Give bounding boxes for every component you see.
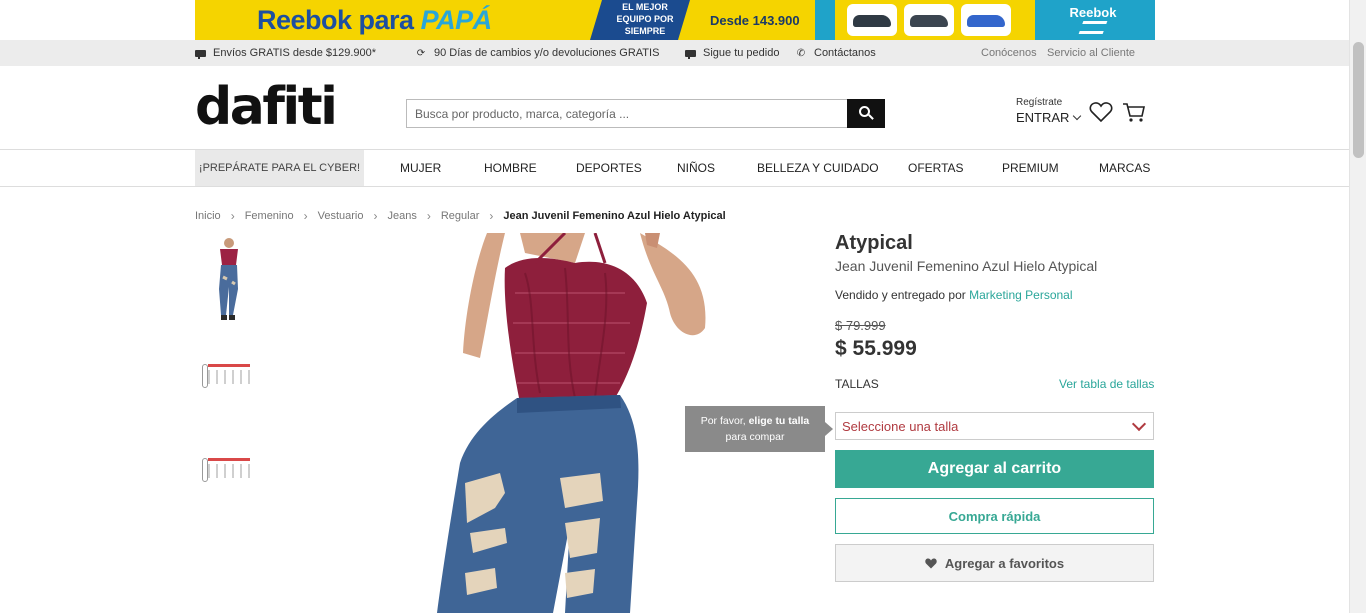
banner-title: Reebok para PAPÁ: [257, 5, 492, 36]
size-select[interactable]: Seleccione una talla: [835, 412, 1154, 440]
search-button[interactable]: [847, 99, 885, 128]
tooltip-suffix: para compar: [725, 431, 785, 443]
contact-link[interactable]: ✆ Contáctanos: [795, 47, 876, 59]
search-input[interactable]: [406, 99, 847, 128]
banner-title-main: Reebok para: [257, 5, 414, 35]
site-logo[interactable]: dafiti: [195, 80, 338, 134]
sizes-label: TALLAS: [835, 377, 879, 391]
breadcrumb: Inicio › Femenino › Vestuario › Jeans › Regu…: [195, 209, 726, 223]
shipping-text: Envíos GRATIS desde $129.900*: [213, 47, 377, 59]
shoe-image: [904, 4, 954, 36]
returns-text: 90 Días de cambios y/o devoluciones GRAT…: [434, 47, 660, 59]
breadcrumb-link[interactable]: Vestuario: [318, 210, 364, 222]
thumbnail-size-chart[interactable]: [200, 358, 252, 416]
nav-item-premium[interactable]: PREMIUM: [1002, 161, 1059, 175]
product-title: Jean Juvenil Femenino Azul Hielo Atypica…: [835, 258, 1098, 274]
nav-item-belleza[interactable]: BELLEZA Y CUIDADO: [757, 161, 879, 175]
banner-brand-logo: Reebok: [1063, 5, 1123, 34]
chevron-down-icon: [1073, 111, 1082, 120]
seller-prefix: Vendido y entregado por: [835, 288, 966, 302]
product-brand[interactable]: Atypical: [835, 232, 913, 255]
nav-item-ninos[interactable]: NIÑOS: [677, 161, 715, 175]
chevron-right-icon: ›: [426, 209, 431, 223]
thumbnail-chart-header: [208, 458, 250, 461]
track-order-text: Sigue tu pedido: [703, 47, 780, 59]
chevron-right-icon: ›: [489, 209, 494, 223]
banner-brand-name: Reebok: [1069, 5, 1117, 20]
banner-price-text: Desde 143.900: [710, 13, 800, 28]
banner-badge-text: EL MEJOR EQUIPO POR SIEMPRE: [616, 2, 674, 36]
shoe-image: [961, 4, 1011, 36]
nav-item-hombre[interactable]: HOMBRE: [484, 161, 537, 175]
chevron-right-icon: ›: [303, 209, 308, 223]
page-scrollbar[interactable]: [1349, 0, 1366, 613]
login-dropdown[interactable]: ENTRAR: [1016, 110, 1082, 125]
thumbnail-size-chart[interactable]: [200, 452, 252, 510]
nav-item-deportes[interactable]: DEPORTES: [576, 161, 642, 175]
wishlist-heart-icon[interactable]: [1089, 101, 1113, 123]
add-to-cart-button[interactable]: Agregar al carrito: [835, 450, 1154, 488]
shipping-info[interactable]: Envíos GRATIS desde $129.900*: [195, 47, 376, 59]
size-select-value: Seleccione una talla: [842, 419, 959, 434]
promo-banner[interactable]: Reebok para PAPÁ EL MEJOR EQUIPO POR SIE…: [195, 0, 1155, 40]
phone-icon: ✆: [796, 47, 806, 59]
banner-title-accent: PAPÁ: [420, 5, 493, 35]
register-link[interactable]: Regístrate: [1016, 97, 1080, 108]
scrollbar-thumb[interactable]: [1353, 42, 1364, 158]
account-menu[interactable]: Regístrate ENTRAR: [1016, 97, 1082, 125]
customer-service-link[interactable]: Servicio al Cliente: [1047, 47, 1135, 59]
current-price: $ 55.999: [835, 337, 917, 360]
thumbnail-chart-header: [208, 364, 250, 367]
size-tooltip: Por favor, elige tu talla para compar: [685, 406, 833, 452]
breadcrumb-link[interactable]: Femenino: [245, 210, 294, 222]
old-price: $ 79.999: [835, 318, 886, 333]
add-to-favorites-button[interactable]: Agregar a favoritos: [835, 544, 1154, 582]
main-nav: ¡PREPÁRATE PARA EL CYBER! MUJER HOMBRE D…: [0, 149, 1349, 187]
tooltip-bold: elige tu talla: [748, 415, 810, 427]
cart-icon[interactable]: [1122, 101, 1146, 123]
login-label: ENTRAR: [1016, 110, 1070, 125]
thumbnail-model[interactable]: [205, 237, 249, 322]
product-main-image[interactable]: [425, 233, 715, 613]
size-chart-link[interactable]: Ver tabla de tallas: [1059, 377, 1154, 391]
nav-item-marcas[interactable]: MARCAS: [1099, 161, 1150, 175]
thumbnail-chart-grid: [208, 464, 250, 478]
breadcrumb-current: Jean Juvenil Femenino Azul Hielo Atypica…: [503, 210, 726, 222]
reebok-logo-icon: [1078, 21, 1108, 34]
heart-icon: [925, 558, 937, 568]
shoe-image: [847, 4, 897, 36]
truck-icon: [195, 49, 206, 59]
nav-item-ofertas[interactable]: OFERTAS: [908, 161, 964, 175]
add-to-favorites-label: Agregar a favoritos: [944, 555, 1065, 571]
seller-link[interactable]: Marketing Personal: [969, 288, 1072, 302]
page: Reebok para PAPÁ EL MEJOR EQUIPO POR SIE…: [0, 0, 1366, 613]
breadcrumb-link[interactable]: Jeans: [387, 210, 416, 222]
chevron-right-icon: ›: [373, 209, 378, 223]
breadcrumb-link[interactable]: Regular: [441, 210, 480, 222]
returns-info[interactable]: ⟳ 90 Días de cambios y/o devoluciones GRA…: [415, 47, 660, 59]
refresh-icon: ⟳: [416, 47, 426, 59]
thumbnail-chart-grid: [208, 370, 250, 384]
chevron-right-icon: ›: [230, 209, 235, 223]
chevron-down-icon: [1131, 416, 1147, 432]
nav-item-mujer[interactable]: MUJER: [400, 161, 441, 175]
info-bar: Envíos GRATIS desde $129.900* ⟳ 90 Días d…: [0, 40, 1349, 66]
nav-promo-cyber[interactable]: ¡PREPÁRATE PARA EL CYBER!: [195, 150, 364, 186]
about-link[interactable]: Conócenos: [981, 47, 1037, 59]
truck-icon: [685, 49, 696, 59]
tooltip-prefix: Por favor,: [700, 415, 746, 427]
contact-text: Contáctanos: [814, 47, 876, 59]
track-order-link[interactable]: Sigue tu pedido: [685, 47, 779, 59]
breadcrumb-link[interactable]: Inicio: [195, 210, 221, 222]
search-icon-handle: [868, 114, 874, 120]
seller-info: Vendido y entregado por Marketing Person…: [835, 288, 1073, 302]
quick-buy-button[interactable]: Compra rápida: [835, 498, 1154, 534]
